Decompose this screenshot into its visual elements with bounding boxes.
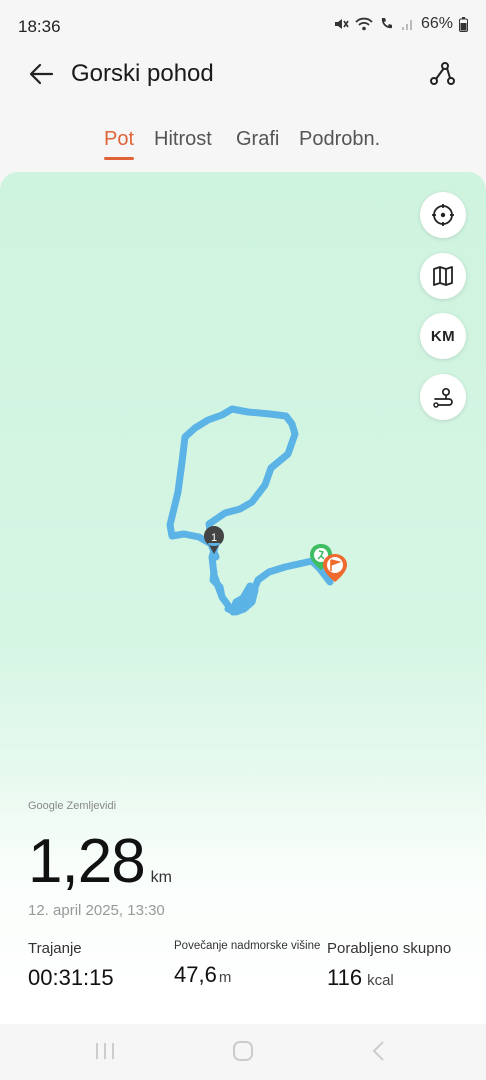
active-tab-indicator: [104, 157, 134, 160]
chevron-left-icon: [372, 1041, 384, 1061]
system-nav-bar: [0, 1024, 486, 1080]
status-time: 18:36: [18, 17, 61, 36]
home-icon: [233, 1041, 253, 1061]
back-nav-button[interactable]: [364, 1038, 394, 1064]
tab-grafi[interactable]: Grafi: [236, 128, 279, 151]
stat-number: 00:31:15: [28, 965, 114, 990]
stat-calories: Porabljeno skupno 116 kcal: [327, 940, 451, 991]
map-type-button[interactable]: [420, 253, 466, 299]
stat-duration: Trajanje 00:31:15: [28, 940, 114, 991]
route-path: [166, 405, 334, 616]
recents-icon: [96, 1043, 114, 1059]
battery-level: 66%: [420, 15, 453, 32]
distance-unit: km: [150, 869, 172, 886]
map-icon: [433, 266, 453, 286]
unit-label: KM: [430, 327, 456, 345]
unit-button[interactable]: KM: [420, 313, 466, 359]
map-attribution: Google Zemljevidi: [28, 800, 117, 812]
wifi-icon: [355, 16, 373, 32]
route-map[interactable]: 1: [0, 172, 486, 792]
route-icon: [430, 62, 455, 85]
stat-value: 47,6 m: [174, 962, 320, 988]
distance-value: 1,28: [28, 827, 146, 896]
tab-pot[interactable]: Pot: [104, 128, 134, 151]
pin-route-icon: [433, 387, 453, 408]
stat-elevation-gain: Povečanje nadmorske višine 47,6 m: [174, 940, 320, 988]
battery-icon: [459, 16, 468, 32]
route-share-button[interactable]: [426, 58, 458, 90]
status-bar: 18:36 66%: [0, 0, 486, 54]
call-icon: [379, 16, 395, 32]
stat-value: 116 kcal: [327, 965, 451, 991]
stat-number: 47,6: [174, 962, 217, 987]
stat-label: Trajanje: [28, 940, 82, 957]
signal-icon: [401, 17, 415, 31]
tab-hitrost[interactable]: Hitrost: [154, 128, 212, 151]
recent-apps-button[interactable]: [90, 1038, 120, 1064]
route-path-loop: [209, 568, 259, 616]
stat-number: 116: [327, 965, 363, 990]
header: Gorski pohod: [0, 54, 486, 96]
recenter-button[interactable]: [420, 192, 466, 238]
distance: 1,28 km: [28, 826, 172, 897]
km-marker: 1: [204, 526, 224, 554]
stat-label: Povečanje nadmorske višine: [174, 940, 321, 952]
back-arrow-icon: [29, 63, 54, 85]
stat-unit: kcal: [367, 972, 394, 989]
back-button[interactable]: [26, 58, 58, 90]
home-button[interactable]: [228, 1038, 258, 1064]
route-playback-button[interactable]: [420, 374, 466, 420]
stat-value: 00:31:15: [28, 965, 114, 991]
map-card: 1 KM Google Zemljevidi 1,28 km 12. april…: [0, 172, 486, 1024]
km-marker-label: 1: [211, 532, 217, 544]
tab-podrobnosti[interactable]: Podrobn.: [299, 128, 380, 151]
stat-label: Porabljeno skupno: [327, 940, 452, 957]
locate-icon: [432, 204, 454, 226]
page-title: Gorski pohod: [71, 60, 214, 87]
stat-unit: m: [218, 969, 232, 986]
status-icons: 66%: [333, 15, 468, 33]
workout-datetime: 12. april 2025, 13:30: [28, 902, 165, 919]
mute-icon: [333, 16, 349, 32]
tab-bar: Pot Hitrost Grafi Podrobn.: [0, 124, 486, 164]
